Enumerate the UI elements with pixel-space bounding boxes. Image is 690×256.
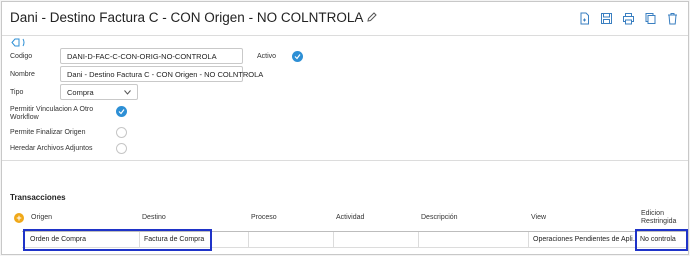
col-header-edicion-line2[interactable]: Restringida [641,218,676,226]
add-row-button[interactable]: + [14,213,24,223]
toolbar [572,9,682,27]
permitir-label-line2: Workflow [10,114,39,121]
save-icon[interactable] [596,9,616,27]
highlight-box-origen-destino [23,229,212,251]
permitir-vinculacion-checkbox[interactable] [116,106,127,117]
pencil-icon[interactable] [366,11,378,23]
finalizar-origen-label: Permite Finalizar Origen [10,129,86,136]
col-header-actividad[interactable]: Actividad [336,214,364,222]
col-header-destino[interactable]: Destino [142,214,166,222]
delete-icon[interactable] [662,9,682,27]
tipo-label: Tipo [10,89,24,96]
window: Dani - Destino Factura C - CON Origen - … [1,1,689,255]
permitir-label-line1: Permitir Vinculacion A Otro [10,106,94,113]
codigo-field[interactable]: DANI-D-FAC-C-CON-ORIG-NO-CONTROLA [60,48,243,64]
col-header-edicion-line1[interactable]: Edicion [641,210,664,218]
activo-label: Activo [257,53,277,60]
transacciones-title: Transacciones [10,193,66,202]
finalizar-origen-checkbox[interactable] [116,127,127,138]
page-title: Dani - Destino Factura C - CON Origen - … [10,10,378,25]
copy-icon[interactable] [640,9,660,27]
print-icon[interactable] [618,9,638,27]
col-header-proceso[interactable]: Proceso [251,214,277,222]
highlight-box-edicion [635,229,688,251]
heredar-archivos-checkbox[interactable] [116,143,127,154]
nombre-field[interactable]: Dani - Destino Factura C - CON Origen - … [60,66,263,82]
chevron-down-icon [124,90,131,95]
codigo-label: Codigo [10,53,33,60]
heredar-archivos-label: Heredar Archivos Adjuntos [10,145,93,152]
tipo-select[interactable]: Compra [60,84,138,100]
tipo-select-value: Compra [67,88,94,97]
col-header-view[interactable]: View [531,214,546,222]
col-header-origen[interactable]: Origen [31,214,52,222]
new-document-icon[interactable] [574,9,594,27]
header-bar: Dani - Destino Factura C - CON Origen - … [2,2,688,36]
page-title-text: Dani - Destino Factura C - CON Origen - … [10,10,364,25]
col-header-descripcion[interactable]: Descripción [421,214,458,222]
nombre-label: Nombre [10,71,35,78]
activo-checkbox[interactable] [292,51,303,62]
cell-descripcion[interactable] [418,232,528,248]
cell-view[interactable]: Operaciones Pendientes de Apli… [528,232,635,248]
cell-actividad[interactable] [333,232,418,248]
section-divider [2,160,688,161]
cell-proceso[interactable] [248,232,333,248]
tag-icon[interactable] [11,38,27,47]
